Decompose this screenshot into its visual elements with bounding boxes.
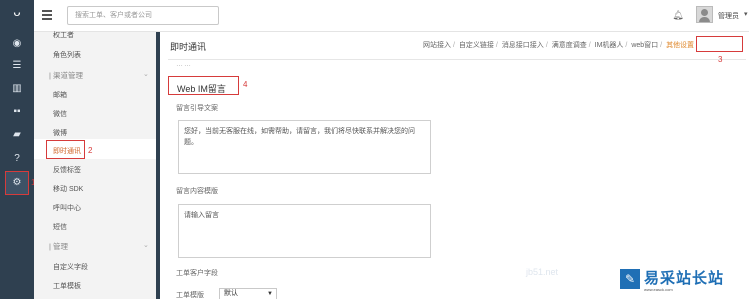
dashboard-icon[interactable]: ◉ [9, 37, 25, 51]
menu-toggle-icon[interactable] [42, 10, 52, 20]
subnav-item-call-center[interactable]: 呼叫中心 [53, 203, 81, 213]
subnav-item-ticket-templates[interactable]: 工单模板 [53, 281, 81, 291]
guide-textarea[interactable]: 您好，当前无客服在线，如需帮助，请留言，我们将尽快联系并解决您的问题。 [178, 120, 431, 174]
avatar[interactable] [696, 6, 713, 23]
subnav-item-custom-fields[interactable]: 自定义字段 [53, 262, 88, 272]
customer-field-label: 工单客户字段 [176, 270, 218, 277]
annotation-box-4 [168, 76, 239, 95]
subnav-group-channel[interactable]: | 渠道管理 [49, 70, 83, 81]
page-title: 即时通讯 [170, 42, 207, 52]
book-icon[interactable]: ▰ [9, 128, 25, 142]
chevron-down-icon[interactable]: ⌄ [143, 70, 149, 78]
subnav-item[interactable]: 权工者 [53, 30, 74, 40]
watermark: ✎ 易采站长站 www.easck.com [604, 267, 749, 299]
subnav-item-wechat[interactable]: 微信 [53, 109, 67, 119]
watermark-url: www.easck.com [644, 287, 673, 292]
subnav-item-roles[interactable]: 角色列表 [53, 50, 81, 60]
subnav-item-weibo[interactable]: 微博 [53, 128, 67, 138]
tab-website[interactable]: 网站接入 [423, 42, 451, 49]
list-icon[interactable]: ☰ [9, 59, 25, 73]
tab-satisfaction[interactable]: 满意度调查 [552, 42, 587, 49]
subnav-item-feedback-tags[interactable]: 反馈标签 [53, 165, 81, 175]
chart-icon[interactable]: ▥ [9, 82, 25, 96]
ellipsis-text: …… [176, 61, 192, 68]
template-textarea[interactable]: 请输入留言 [178, 204, 431, 258]
watermark-logo-icon: ✎ [620, 269, 640, 289]
template-label: 留言内容模版 [176, 188, 218, 195]
watermark-faint: jb51.net [526, 267, 559, 277]
subnav-item-mobile-sdk[interactable]: 移动 SDK [53, 184, 83, 194]
chevron-down-icon: ▼ [267, 291, 273, 297]
annotation-number-2: 2 [88, 146, 93, 155]
tab-web-window[interactable]: web窗口 [631, 42, 658, 49]
watermark-text: 易采站长站 [644, 270, 725, 287]
tab-message-api[interactable]: 消息接口接入 [502, 42, 544, 49]
tab-bar: 网站接入 / 自定义链接 / 消息接口接入 / 满意度调查 / IM机器人 / web窗口… [423, 42, 695, 49]
logo-icon: ᴗ [13, 4, 21, 19]
annotation-box-2 [46, 140, 85, 159]
username[interactable]: 管理员 [718, 11, 739, 21]
tab-other-settings[interactable]: 其他设置 [666, 42, 694, 49]
annotation-box-3 [696, 36, 743, 52]
ticket-template-select[interactable]: 默认 ▼ [219, 288, 277, 299]
top-bar: 🔔︎ 管理员 ▾ [34, 0, 749, 32]
help-icon[interactable]: ? [9, 152, 25, 166]
annotation-number-3: 3 [718, 55, 723, 64]
subnav-group-manage[interactable]: | 管理 [49, 241, 68, 252]
select-value: 默认 [224, 290, 238, 297]
chevron-down-icon[interactable]: ⌄ [143, 241, 149, 249]
chevron-down-icon[interactable]: ▾ [744, 10, 748, 18]
annotation-number-4: 4 [243, 80, 248, 89]
users-icon[interactable]: ▪▪ [9, 105, 25, 119]
subnav-item-email[interactable]: 邮箱 [53, 90, 67, 100]
ticket-template-label: 工单模版 [176, 292, 204, 299]
secondary-nav: 权工者 角色列表 | 渠道管理 ⌄ 邮箱 微信 微博 即时通讯 反馈标签 移动 … [34, 32, 156, 299]
icon-rail: ᴗ ◉ ☰ ▥ ▪▪ ▰ ? ⚙ [0, 0, 34, 299]
search-input[interactable] [67, 6, 219, 25]
tab-custom-link[interactable]: 自定义链接 [459, 42, 494, 49]
tab-im-robot[interactable]: IM机器人 [595, 42, 624, 49]
header-divider [168, 59, 746, 60]
main-content: 即时通讯 网站接入 / 自定义链接 / 消息接口接入 / 满意度调查 / IM机器人 / … [160, 32, 749, 299]
annotation-box-1 [5, 171, 29, 195]
subnav-item-sms[interactable]: 短信 [53, 222, 67, 232]
guide-label: 留言引导文案 [176, 105, 218, 112]
bell-icon[interactable]: 🔔︎ [672, 9, 684, 21]
